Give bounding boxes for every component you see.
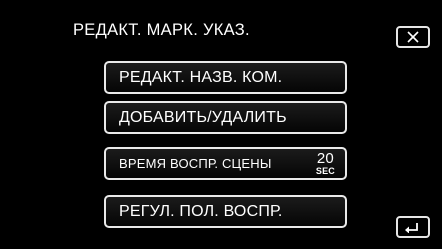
close-button[interactable] <box>396 26 430 48</box>
playback-position-button[interactable]: РЕГУЛ. ПОЛ. ВОСПР. <box>104 195 347 228</box>
page-title: РЕДАКТ. МАРК. УКАЗ. <box>73 21 250 39</box>
menu-item-label: ВРЕМЯ ВОСПР. СЦЕНЫ <box>119 156 272 171</box>
playback-time-unit: SEC <box>315 166 335 176</box>
close-icon <box>407 31 419 43</box>
menu-item-label: РЕГУЛ. ПОЛ. ВОСПР. <box>119 202 283 220</box>
edit-name-button[interactable]: РЕДАКТ. НАЗВ. КОМ. <box>104 61 347 94</box>
back-arrow-icon <box>405 223 418 233</box>
menu-item-label: ДОБАВИТЬ/УДАЛИТЬ <box>119 108 287 126</box>
playback-time-value: 20 SEC <box>316 151 335 176</box>
add-delete-button[interactable]: ДОБАВИТЬ/УДАЛИТЬ <box>104 101 347 134</box>
playback-time-number: 20 <box>316 150 334 167</box>
back-button[interactable] <box>396 216 430 238</box>
scene-playback-time-button[interactable]: ВРЕМЯ ВОСПР. СЦЕНЫ 20 SEC <box>104 147 347 180</box>
menu-item-label: РЕДАКТ. НАЗВ. КОМ. <box>119 68 283 86</box>
